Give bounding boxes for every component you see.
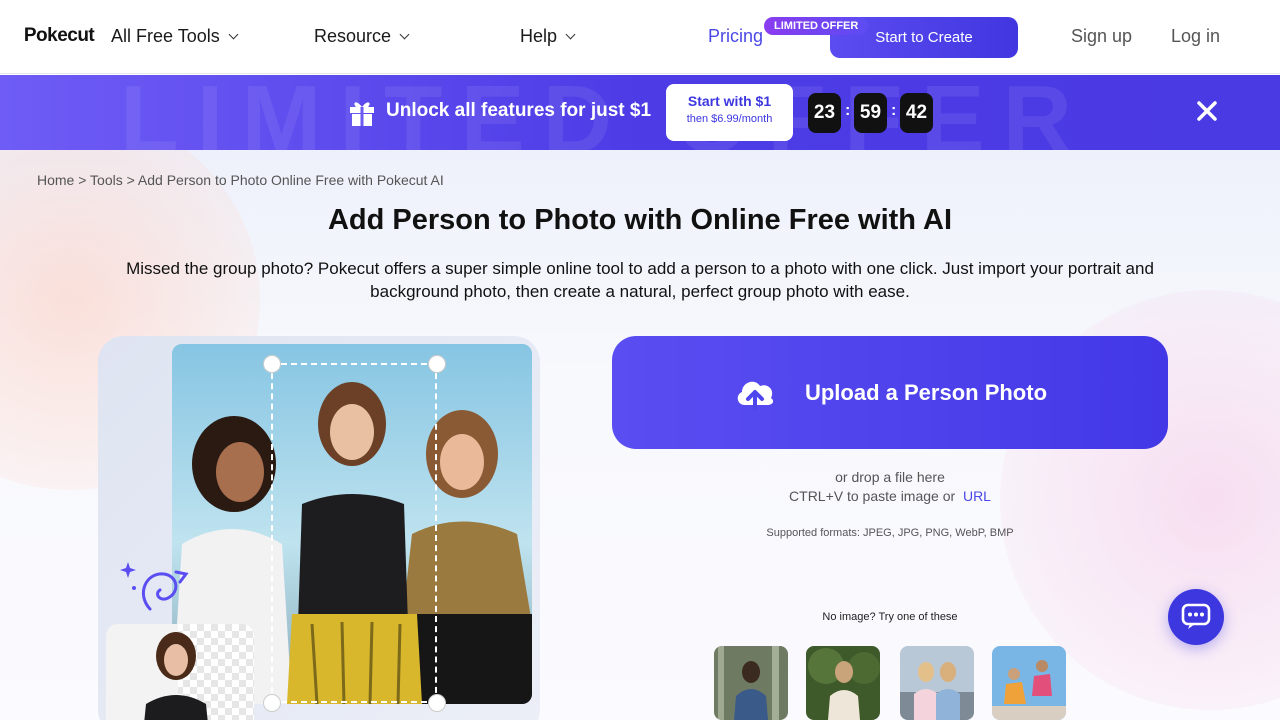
sample-image-1[interactable] — [714, 646, 788, 720]
main-content: Home > Tools > Add Person to Photo Onlin… — [0, 150, 1280, 720]
chat-button[interactable] — [1168, 589, 1224, 645]
resize-handle-top-left[interactable] — [263, 355, 281, 373]
promo-text: Unlock all features for just $1 — [386, 100, 652, 121]
login-link[interactable]: Log in — [1171, 26, 1220, 47]
page-title: Add Person to Photo with Online Free wit… — [327, 204, 953, 236]
nav-resource[interactable]: Resource — [314, 26, 410, 47]
logo-text: Pokecut — [22, 24, 95, 47]
resize-handle-bottom-right[interactable] — [428, 694, 446, 712]
close-icon[interactable] — [1196, 100, 1218, 122]
timer-minutes: 59 — [854, 93, 887, 133]
chat-icon — [1181, 603, 1211, 629]
try-samples-label: No image? Try one of these — [822, 611, 958, 623]
supported-formats: Supported formats: JPEG, JPG, PNG, WebP,… — [766, 527, 1014, 539]
start-with-1-button[interactable]: Start with $1 then $6.99/month — [666, 84, 793, 141]
sample-image-2[interactable] — [806, 646, 880, 720]
chevron-down-icon — [565, 29, 576, 40]
sample-image-4[interactable] — [992, 646, 1066, 720]
breadcrumb: Home > Tools > Add Person to Photo Onlin… — [37, 172, 444, 188]
resize-handle-bottom-left[interactable] — [263, 694, 281, 712]
signup-link[interactable]: Sign up — [1071, 26, 1132, 47]
upload-person-photo-button[interactable]: Upload a Person Photo — [612, 336, 1168, 449]
upload-button-label: Upload a Person Photo — [804, 379, 1048, 405]
timer-seconds: 42 — [900, 93, 933, 133]
promo-banner: LIMITED OFFER Unlock all features for ju… — [0, 75, 1280, 150]
nav-help[interactable]: Help — [520, 26, 576, 47]
sample-image-3[interactable] — [900, 646, 974, 720]
chevron-down-icon — [399, 29, 410, 40]
gift-icon — [350, 102, 374, 126]
resize-handle-top-right[interactable] — [428, 355, 446, 373]
limited-offer-badge: LIMITED OFFER — [764, 17, 869, 35]
nav-pricing[interactable]: Pricing — [708, 26, 763, 47]
chevron-down-icon — [228, 29, 239, 40]
timer-hours: 23 — [808, 93, 841, 133]
selection-frame[interactable] — [271, 363, 437, 703]
url-link[interactable]: URL — [963, 488, 991, 504]
nav-all-free-tools[interactable]: All Free Tools — [111, 26, 239, 47]
sparkle-swirl-icon — [120, 562, 189, 611]
cloud-upload-icon — [737, 381, 774, 411]
top-nav: PPokecut All Free Tools Resource Help Pr… — [0, 0, 1280, 74]
drop-zone-text: or drop a file here CTRL+V to paste imag… — [789, 469, 991, 504]
logo[interactable]: PPokecut — [22, 24, 95, 47]
person-cutout-thumbnail — [106, 624, 254, 720]
page-description: Missed the group photo? Pokecut offers a… — [126, 259, 1154, 301]
